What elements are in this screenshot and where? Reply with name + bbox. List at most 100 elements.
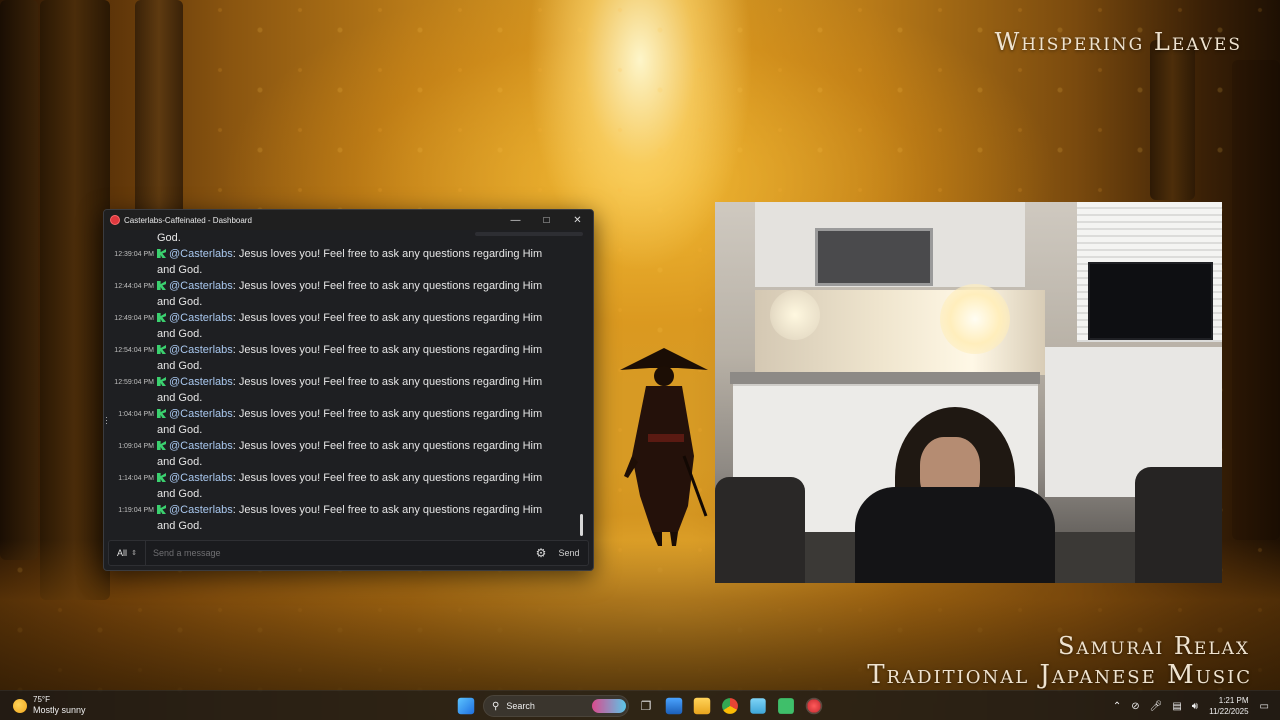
close-icon[interactable]: ✕	[562, 210, 593, 230]
system-tray: ⌃ ⊘ 🎤︎ ▤ 🔊︎ 1:21 PM 11/22/2025 ▭	[1108, 694, 1274, 718]
message-timestamp: 12:44:04 PM	[114, 283, 154, 290]
person-body	[855, 487, 1055, 583]
webcam-feed	[715, 202, 1222, 583]
photos-icon[interactable]	[665, 697, 683, 715]
search-highlight-icon	[592, 699, 626, 713]
taskbar-search[interactable]: ⚲ Search	[483, 695, 629, 717]
kick-badge-icon	[157, 441, 166, 450]
tree-trunk	[40, 0, 110, 600]
message-username[interactable]: @Casterlabs	[169, 248, 233, 260]
message-body: @Casterlabs: Jesus loves you! Feel free …	[157, 310, 547, 342]
message-body: @Casterlabs: Jesus loves you! Feel free …	[157, 342, 547, 374]
platform-filter-select[interactable]: All ⇕	[109, 541, 146, 565]
file-explorer-icon[interactable]	[693, 697, 711, 715]
weather-temperature: 75°F	[33, 695, 50, 704]
kick-badge-icon	[157, 249, 166, 258]
app-icon[interactable]	[778, 698, 794, 714]
message-body: @Casterlabs: Jesus loves you! Feel free …	[157, 470, 547, 502]
kick-badge-icon	[157, 505, 166, 514]
message-username[interactable]: @Casterlabs	[169, 472, 233, 484]
weather-sun-icon	[13, 698, 27, 713]
wifi-icon[interactable]: ▤	[1172, 701, 1181, 712]
clock-date: 11/22/2025	[1209, 707, 1249, 716]
message-body: @Casterlabs: Jesus loves you! Feel free …	[157, 502, 547, 534]
chat-message: 1:09:04 PM @Casterlabs: Jesus loves you! …	[110, 438, 579, 470]
message-username[interactable]: @Casterlabs	[169, 408, 233, 420]
gear-icon[interactable]: ⚙	[532, 546, 550, 560]
chat-message: 1:19:04 PM @Casterlabs: Jesus loves you! …	[110, 502, 579, 534]
clock[interactable]: 1:21 PM 11/22/2025	[1209, 695, 1248, 717]
chat-message: 12:39:04 PM @Casterlabs: Jesus loves you!…	[110, 246, 579, 278]
chat-scrollbar[interactable]	[580, 514, 583, 536]
microphone-icon[interactable]: 🎤︎	[1150, 701, 1163, 712]
chat-message: 12:59:04 PM @Casterlabs: Jesus loves you!…	[110, 374, 579, 406]
message-timestamp: 1:19:04 PM	[118, 507, 154, 514]
tree-trunk	[1232, 60, 1280, 540]
message-input[interactable]	[146, 548, 532, 558]
volume-icon[interactable]: 🔊︎	[1192, 701, 1198, 712]
search-label: Search	[506, 701, 535, 711]
weather-widget[interactable]: 75°F Mostly sunny	[13, 695, 86, 716]
minimize-icon[interactable]: —	[500, 210, 531, 230]
message-timestamp: 1:09:04 PM	[118, 443, 154, 450]
notepad-icon[interactable]	[750, 698, 766, 714]
message-body: @Casterlabs: Jesus loves you! Feel free …	[157, 438, 547, 470]
chevron-updown-icon: ⇕	[131, 550, 137, 557]
kick-badge-icon	[157, 281, 166, 290]
drag-handle-icon[interactable]: · · ·	[105, 413, 108, 428]
message-timestamp: 12:59:04 PM	[114, 379, 154, 386]
message-body: @Casterlabs: Jesus loves you! Feel free …	[157, 374, 547, 406]
chat-message: 1:14:04 PM @Casterlabs: Jesus loves you! …	[110, 470, 579, 502]
lamp-glow	[770, 290, 820, 340]
notification-icon[interactable]: ▭	[1260, 701, 1269, 712]
overlay-title-line2: Traditional Japanese Music	[867, 660, 1252, 690]
chrome-icon[interactable]	[722, 698, 738, 714]
samurai-silhouette	[620, 348, 708, 546]
maximize-icon[interactable]: □	[531, 210, 562, 230]
taskbar: 75°F Mostly sunny ⚲ Search ❐ ⌃ ⊘ 🎤︎ ▤ 🔊︎…	[0, 690, 1280, 720]
kick-badge-icon	[157, 409, 166, 418]
message-timestamp: 12:39:04 PM	[114, 251, 154, 258]
message-body: @Casterlabs: Jesus loves you! Feel free …	[157, 246, 547, 278]
task-view-icon[interactable]: ❐	[635, 695, 657, 717]
kick-badge-icon	[157, 345, 166, 354]
microwave	[815, 228, 933, 286]
kick-badge-icon	[157, 313, 166, 322]
dashboard-window: Casterlabs-Caffeinated - Dashboard — □ ✕…	[103, 209, 594, 571]
lamp-glow	[940, 284, 1010, 354]
message-timestamp: 12:54:04 PM	[114, 347, 154, 354]
overlay-title-line1: Samurai Relax	[1057, 632, 1250, 660]
message-username[interactable]: @Casterlabs	[169, 312, 233, 324]
casterlabs-logo-icon	[110, 215, 120, 225]
overlay-title-top: Whispering Leaves	[994, 28, 1242, 56]
chair-left	[715, 477, 805, 583]
send-button[interactable]: Send	[550, 548, 588, 558]
clock-time: 1:21 PM	[1218, 696, 1249, 705]
message-composer: All ⇕ ⚙ Send	[108, 540, 589, 566]
chevron-up-icon[interactable]: ⌃	[1113, 701, 1121, 712]
taskbar-apps: ⚲ Search ❐	[452, 694, 828, 718]
message-username[interactable]: @Casterlabs	[169, 344, 233, 356]
start-icon[interactable]	[457, 697, 475, 715]
chat-message: 12:44:04 PM @Casterlabs: Jesus loves you!…	[110, 278, 579, 310]
message-username[interactable]: @Casterlabs	[169, 376, 233, 388]
message-timestamp: 12:49:04 PM	[114, 315, 154, 322]
tree-trunk	[0, 0, 38, 560]
tree-trunk	[1150, 40, 1195, 200]
search-icon: ⚲	[492, 700, 500, 712]
window-titlebar[interactable]: Casterlabs-Caffeinated - Dashboard — □ ✕	[104, 210, 593, 230]
kick-badge-icon	[157, 377, 166, 386]
countertop	[730, 372, 1040, 384]
message-username[interactable]: @Casterlabs	[169, 280, 233, 292]
television	[1088, 262, 1213, 340]
chat-log[interactable]: God. 12:39:04 PM @Casterlabs: Jesus loves…	[104, 230, 593, 540]
network-off-icon[interactable]: ⊘	[1131, 701, 1139, 712]
weather-description: Mostly sunny	[33, 705, 86, 715]
casterlabs-icon[interactable]	[805, 697, 823, 715]
chair-right	[1135, 467, 1222, 583]
message-timestamp: 1:14:04 PM	[118, 475, 154, 482]
platform-filter-value: All	[117, 548, 128, 558]
message-username[interactable]: @Casterlabs	[169, 440, 233, 452]
window-title: Casterlabs-Caffeinated - Dashboard	[124, 215, 252, 225]
message-username[interactable]: @Casterlabs	[169, 504, 233, 516]
